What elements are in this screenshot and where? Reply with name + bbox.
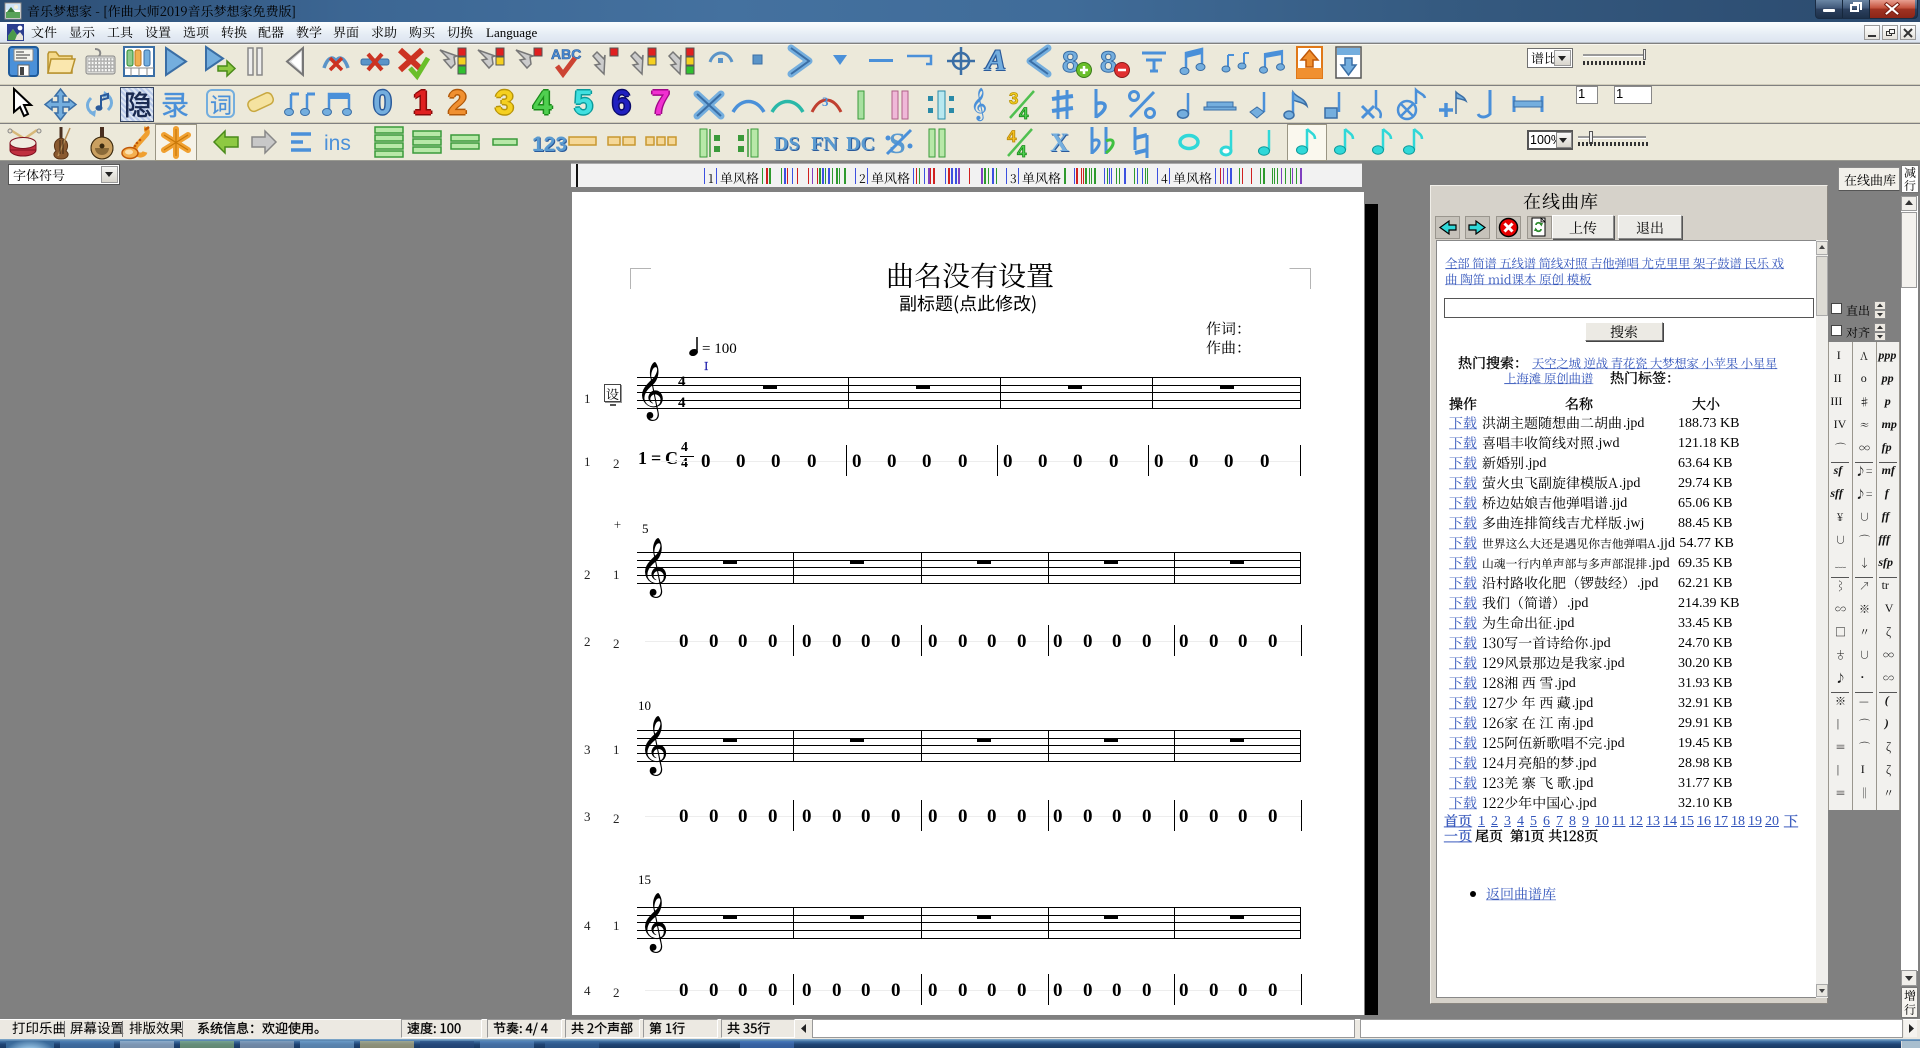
svg-text:8: 8 <box>1100 46 1117 79</box>
svg-text:4: 4 <box>1007 127 1017 146</box>
svg-text:3: 3 <box>822 94 829 109</box>
svg-text:4: 4 <box>1019 104 1029 123</box>
svg-text:3: 3 <box>1009 89 1018 108</box>
svg-text:8: 8 <box>1062 46 1079 79</box>
svg-text:4: 4 <box>1017 142 1027 161</box>
